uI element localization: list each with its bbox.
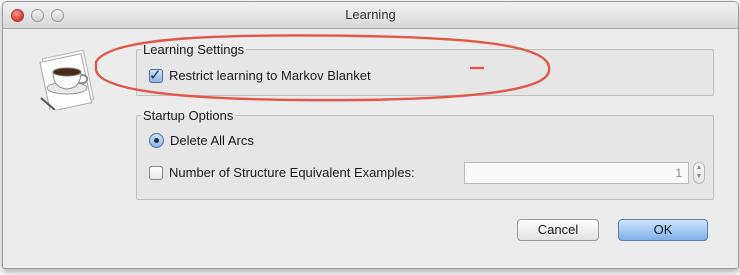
minimize-window-button[interactable] [31, 9, 44, 22]
restrict-markov-blanket-checkbox[interactable]: ✓ [149, 66, 163, 84]
restrict-markov-blanket-option[interactable]: ✓ Restrict learning to Markov Blanket [149, 66, 371, 84]
ok-button[interactable]: OK [618, 219, 708, 241]
window-title: Learning [345, 7, 396, 22]
chevron-up-icon[interactable]: ▲ [696, 164, 703, 171]
radio-selected-dot [154, 138, 159, 143]
startup-options-legend: Startup Options [143, 108, 234, 123]
checkmark-icon: ✓ [149, 66, 162, 84]
chevron-down-icon[interactable]: ▼ [696, 173, 703, 180]
learning-dialog: Learning Learning Settings ✓ Restrict le… [2, 1, 739, 269]
delete-all-arcs-label[interactable]: Delete All Arcs [170, 133, 254, 148]
title-bar: Learning [3, 2, 738, 29]
close-window-button[interactable] [11, 9, 24, 22]
zoom-window-button[interactable] [51, 9, 64, 22]
structure-equivalent-examples-option[interactable]: Number of Structure Equivalent Examples: [149, 165, 415, 180]
cancel-button[interactable]: Cancel [517, 219, 599, 241]
structure-equivalent-examples-label[interactable]: Number of Structure Equivalent Examples: [169, 165, 415, 180]
structure-equivalent-examples-input[interactable]: 1 [464, 162, 689, 184]
restrict-markov-blanket-label[interactable]: Restrict learning to Markov Blanket [169, 68, 371, 83]
learning-settings-legend: Learning Settings [143, 42, 245, 57]
delete-all-arcs-option[interactable]: Delete All Arcs [149, 133, 254, 148]
coffee-cup-icon [39, 49, 95, 110]
startup-options-group: Startup Options [136, 108, 714, 200]
structure-equivalent-examples-stepper[interactable]: ▲ ▼ [693, 162, 705, 184]
structure-equivalent-examples-checkbox[interactable] [149, 165, 163, 180]
delete-all-arcs-radio[interactable] [149, 133, 164, 148]
